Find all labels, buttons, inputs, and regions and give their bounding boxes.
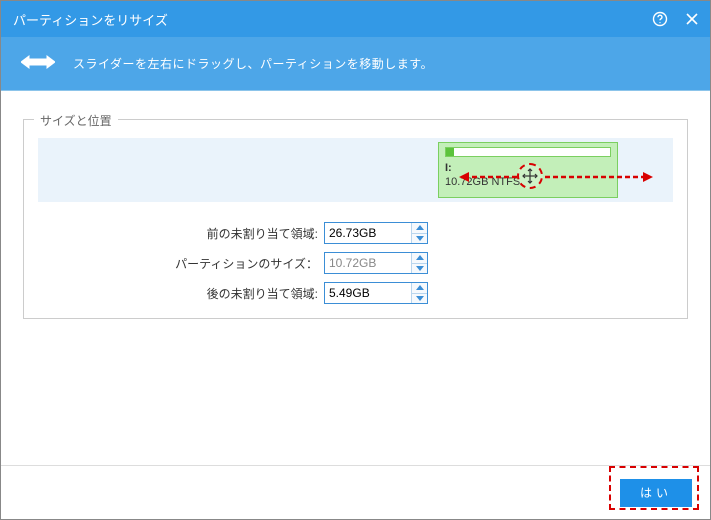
field-row-size: パーティションのサイズ： (38, 252, 673, 274)
size-input[interactable] (325, 253, 411, 273)
before-spin-up[interactable] (412, 223, 427, 233)
drag-horizontal-icon (21, 54, 55, 73)
annotation-arrow-left (459, 171, 517, 181)
after-spin-down[interactable] (412, 293, 427, 304)
before-label: 前の未割り当て領域: (38, 225, 318, 242)
size-spin-up[interactable] (412, 253, 427, 263)
field-row-after: 後の未割り当て領域: (38, 282, 673, 304)
fieldset-legend: サイズと位置 (34, 112, 118, 129)
partition-track[interactable]: I: 10.72GB NTFS (38, 138, 673, 202)
close-icon[interactable] (682, 9, 702, 29)
partition-usage-fill (446, 148, 454, 156)
size-spin-down[interactable] (412, 263, 427, 274)
before-spin-down[interactable] (412, 233, 427, 244)
size-spinbox[interactable] (324, 252, 428, 274)
content-area: サイズと位置 I: 10.72GB NTFS (1, 91, 710, 465)
after-label: 後の未割り当て領域: (38, 285, 318, 302)
before-spinbox[interactable] (324, 222, 428, 244)
help-icon[interactable] (650, 9, 670, 29)
footer: はい (1, 465, 710, 519)
after-input[interactable] (325, 283, 411, 303)
before-input[interactable] (325, 223, 411, 243)
instruction-text: スライダーを左右にドラッグし、パーティションを移動します。 (73, 55, 433, 72)
move-cursor-icon (517, 163, 543, 189)
after-spin-up[interactable] (412, 283, 427, 293)
window-title: パーティションをリサイズ (13, 10, 168, 29)
titlebar: パーティションをリサイズ (1, 1, 710, 37)
field-row-before: 前の未割り当て領域: (38, 222, 673, 244)
size-label: パーティションのサイズ： (38, 255, 318, 272)
partition-usage-bar (445, 147, 611, 157)
size-position-fieldset: サイズと位置 I: 10.72GB NTFS (23, 119, 688, 319)
ok-button[interactable]: はい (620, 479, 692, 507)
partition-block[interactable]: I: 10.72GB NTFS (438, 142, 618, 198)
annotation-arrow-right (545, 171, 653, 181)
instruction-bar: スライダーを左右にドラッグし、パーティションを移動します。 (1, 37, 710, 91)
after-spinbox[interactable] (324, 282, 428, 304)
